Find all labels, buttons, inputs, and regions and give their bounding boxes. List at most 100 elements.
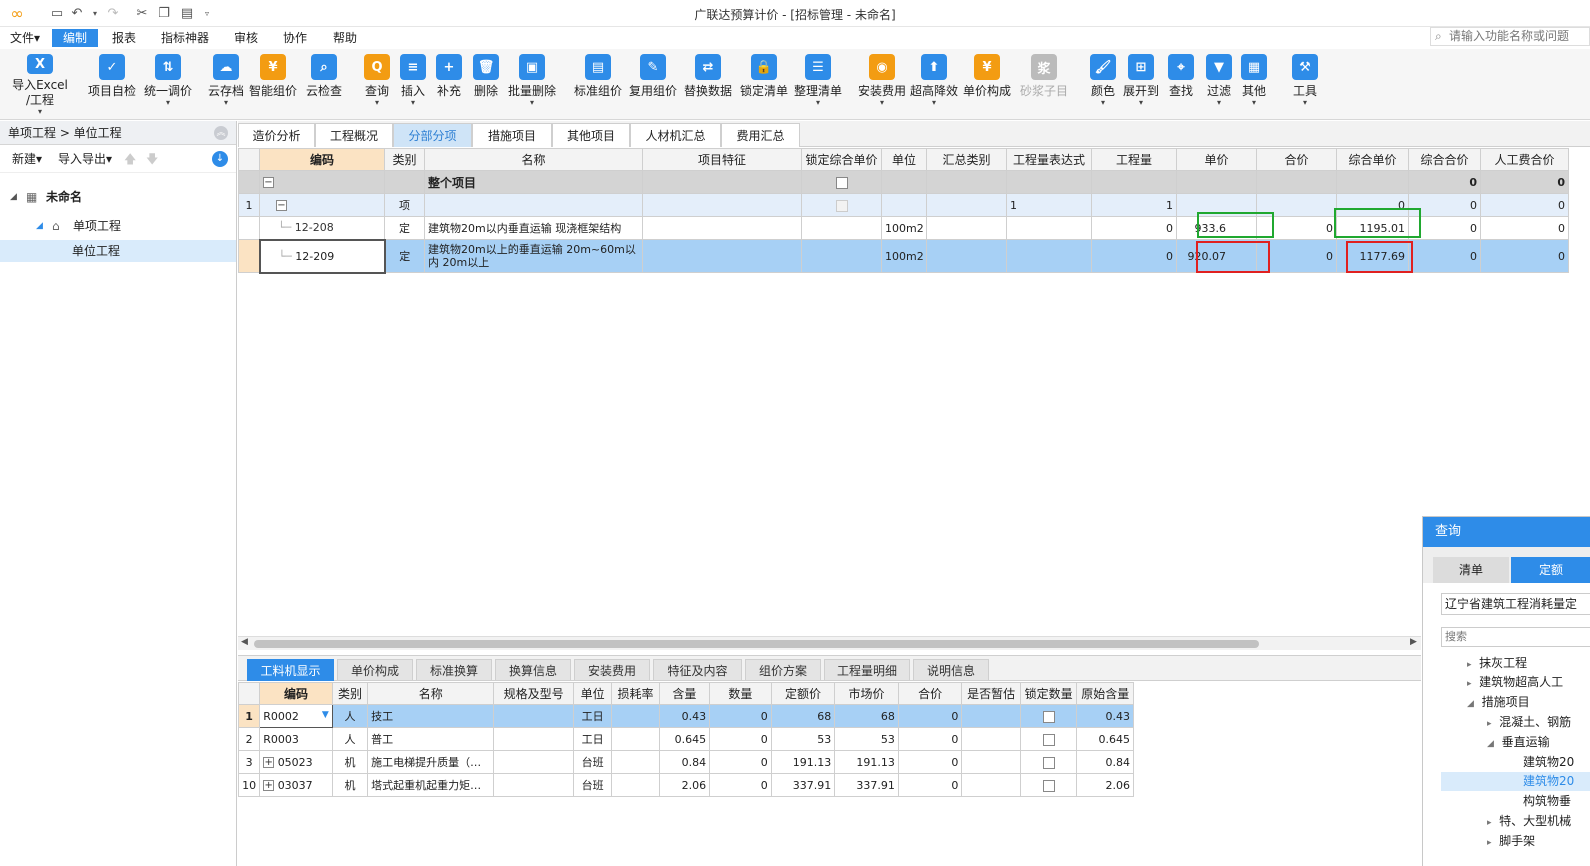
- menu-file[interactable]: 文件▾: [2, 29, 48, 47]
- tab-conversion-info[interactable]: 换算信息: [495, 659, 571, 681]
- scroll-right-icon[interactable]: ▶: [1410, 637, 1417, 647]
- tree-node[interactable]: ▸ 建筑物超高人工: [1467, 673, 1563, 692]
- table-row-selected[interactable]: 1 R0002 ▼ 人 技工 工日 0.43 0 68 68 0 0.43: [237, 704, 1134, 728]
- col-unit[interactable]: 单位: [881, 148, 927, 171]
- lock-qty-checkbox[interactable]: [1042, 779, 1055, 792]
- query-search-input[interactable]: 搜索: [1441, 627, 1590, 647]
- dropdown-icon[interactable]: ▼: [322, 710, 329, 720]
- ribbon-button-26[interactable]: ⚒ 工具 ▾: [1275, 52, 1335, 116]
- tree-node[interactable]: ◢ 措施项目: [1467, 693, 1530, 712]
- tab-other-items[interactable]: 其他项目: [552, 123, 630, 147]
- tree-item-single-project[interactable]: ◢ ⌂ 单项工程: [0, 215, 236, 237]
- move-down-icon[interactable]: 🡇: [146, 145, 158, 173]
- scrollbar-thumb[interactable]: [254, 640, 1259, 648]
- ribbon-button-19[interactable]: ¥ 单价构成: [957, 52, 1017, 116]
- function-search-input[interactable]: ⌕ 请输入功能名称或问题: [1430, 27, 1590, 46]
- tree-item-project[interactable]: ◢ ▦ 未命名: [0, 186, 236, 208]
- move-up-icon[interactable]: 🡅: [124, 145, 136, 173]
- ribbon-button-2[interactable]: ✓ 项目自检: [82, 52, 142, 116]
- dropdown-arrow-icon[interactable]: ▾: [880, 99, 884, 107]
- dropdown-arrow-icon[interactable]: ▾: [1303, 99, 1307, 107]
- dropdown-arrow-icon[interactable]: ▾: [932, 99, 936, 107]
- table-row[interactable]: 2 R0003 人 普工 工日 0.645 0 53 53 0 0.645: [237, 727, 1134, 751]
- quota-library-select[interactable]: 辽宁省建筑工程消耗量定: [1441, 593, 1590, 615]
- tab-cost-analysis[interactable]: 造价分析: [238, 123, 315, 147]
- dropdown-arrow-icon[interactable]: ▾: [411, 99, 415, 107]
- ribbon-button-6[interactable]: ⌕ 云检查: [294, 52, 354, 116]
- ribbon-button-18[interactable]: ⬆ 超高降效 ▾: [904, 52, 964, 116]
- menu-collaborate[interactable]: 协作: [275, 29, 315, 47]
- collapse-icon[interactable]: −: [276, 200, 287, 211]
- lock-qty-checkbox[interactable]: [1042, 733, 1055, 746]
- dropdown-arrow-icon[interactable]: ▾: [375, 99, 379, 107]
- menu-edit[interactable]: 编制: [52, 29, 98, 47]
- menu-report[interactable]: 报表: [104, 29, 144, 47]
- ribbon-button-17[interactable]: ◉ 安装费用 ▾: [852, 52, 912, 116]
- col-qty-expr[interactable]: 工程量表达式: [1006, 148, 1092, 171]
- table-row[interactable]: − 整个项目 0 0: [238, 170, 1569, 194]
- expand-icon[interactable]: +: [263, 780, 275, 791]
- scroll-left-icon[interactable]: ◀: [241, 637, 248, 647]
- dropdown-arrow-icon[interactable]: ▾: [816, 99, 820, 107]
- col-type[interactable]: 类别: [384, 148, 425, 171]
- ribbon-button-3[interactable]: ⇅ 统一调价 ▾: [138, 52, 198, 116]
- tree-node[interactable]: 建筑物20: [1523, 753, 1574, 772]
- lock-qty-checkbox[interactable]: [1042, 756, 1055, 769]
- dropdown-arrow-icon[interactable]: ▾: [1139, 99, 1143, 107]
- table-row[interactable]: 3 + 05023 机 施工电梯提升质量（… 台班 0.84 0 191.13 …: [237, 750, 1134, 774]
- dropdown-arrow-icon[interactable]: ▾: [166, 99, 170, 107]
- tab-measures[interactable]: 措施项目: [472, 123, 552, 147]
- table-row[interactable]: 10 + 03037 机 塔式起重机起重力矩… 台班 2.06 0 337.91…: [237, 773, 1134, 797]
- tab-labor-material-summary[interactable]: 人材机汇总: [630, 123, 721, 147]
- col-unit-price[interactable]: 单价: [1176, 148, 1257, 171]
- tree-node[interactable]: ◢ 垂直运输: [1487, 733, 1550, 752]
- dropdown-arrow-icon[interactable]: ▾: [38, 108, 42, 116]
- tab-fee-summary[interactable]: 费用汇总: [721, 123, 800, 147]
- expand-arrow-icon[interactable]: ◢: [36, 215, 43, 237]
- dropdown-arrow-icon[interactable]: ▾: [1252, 99, 1256, 107]
- menu-index[interactable]: 指标神器: [153, 29, 217, 47]
- tab-notes[interactable]: 说明信息: [913, 659, 989, 681]
- collapse-panel-icon[interactable]: ︽: [214, 126, 228, 140]
- ribbon-button-20[interactable]: 浆砂浆子目: [1014, 52, 1074, 116]
- tree-node[interactable]: ▸ 脚手架: [1487, 832, 1535, 851]
- col-total[interactable]: 合价: [1256, 148, 1337, 171]
- dropdown-arrow-icon[interactable]: ▾: [1101, 99, 1105, 107]
- col-labor-total[interactable]: 人工费合价: [1480, 148, 1569, 171]
- ribbon-button-11[interactable]: ▣ 批量删除 ▾: [502, 52, 562, 116]
- import-export-button[interactable]: 导入导出▾: [58, 145, 112, 173]
- ribbon-button-16[interactable]: ☰ 整理清单 ▾: [788, 52, 848, 116]
- lock-qty-checkbox[interactable]: [1042, 710, 1055, 723]
- dropdown-arrow-icon[interactable]: ▾: [224, 99, 228, 107]
- col-lock-price[interactable]: 锁定综合单价: [801, 148, 882, 171]
- horizontal-scrollbar[interactable]: ◀ ▶: [238, 636, 1421, 650]
- menu-review[interactable]: 审核: [226, 29, 266, 47]
- ribbon-button-12[interactable]: ▤ 标准组价: [568, 52, 628, 116]
- lock-checkbox[interactable]: [835, 176, 848, 189]
- ribbon-button-13[interactable]: ✎ 复用组价: [623, 52, 683, 116]
- tab-project-overview[interactable]: 工程概况: [315, 123, 393, 147]
- ribbon-button-1[interactable]: X 导入Excel /工程 ▾: [10, 52, 70, 116]
- col-comp-price[interactable]: 综合单价: [1336, 148, 1409, 171]
- col-code[interactable]: 编码: [259, 148, 385, 171]
- ribbon-button-15[interactable]: 🔒 锁定清单: [734, 52, 794, 116]
- col-name[interactable]: 名称: [424, 148, 643, 171]
- dropdown-arrow-icon[interactable]: ▾: [530, 99, 534, 107]
- tab-sub-items[interactable]: 分部分项: [393, 123, 472, 147]
- tab-pricing-scheme[interactable]: 组价方案: [745, 659, 821, 681]
- tab-install-fee[interactable]: 安装费用: [574, 659, 650, 681]
- ribbon-button-14[interactable]: ⇄ 替换数据: [678, 52, 738, 116]
- col-qty[interactable]: 工程量: [1091, 148, 1177, 171]
- tree-item-unit-project[interactable]: 单位工程: [0, 240, 236, 262]
- col-comp-total[interactable]: 综合合价: [1408, 148, 1481, 171]
- tree-node-selected[interactable]: 建筑物20: [1441, 772, 1590, 791]
- tree-node[interactable]: ▸ 混凝土、钢筋: [1487, 713, 1571, 732]
- tree-node[interactable]: ▸ 抹灰工程: [1467, 654, 1527, 673]
- dropdown-arrow-icon[interactable]: ▾: [1217, 99, 1221, 107]
- lock-checkbox[interactable]: [835, 199, 848, 212]
- tree-node[interactable]: ▸ 特、大型机械: [1487, 812, 1571, 831]
- tab-bill-list[interactable]: 清单: [1433, 557, 1509, 583]
- tab-quantity-detail[interactable]: 工程量明细: [824, 659, 910, 681]
- tab-quota[interactable]: 定额: [1511, 557, 1590, 583]
- tab-features-content[interactable]: 特征及内容: [653, 659, 742, 681]
